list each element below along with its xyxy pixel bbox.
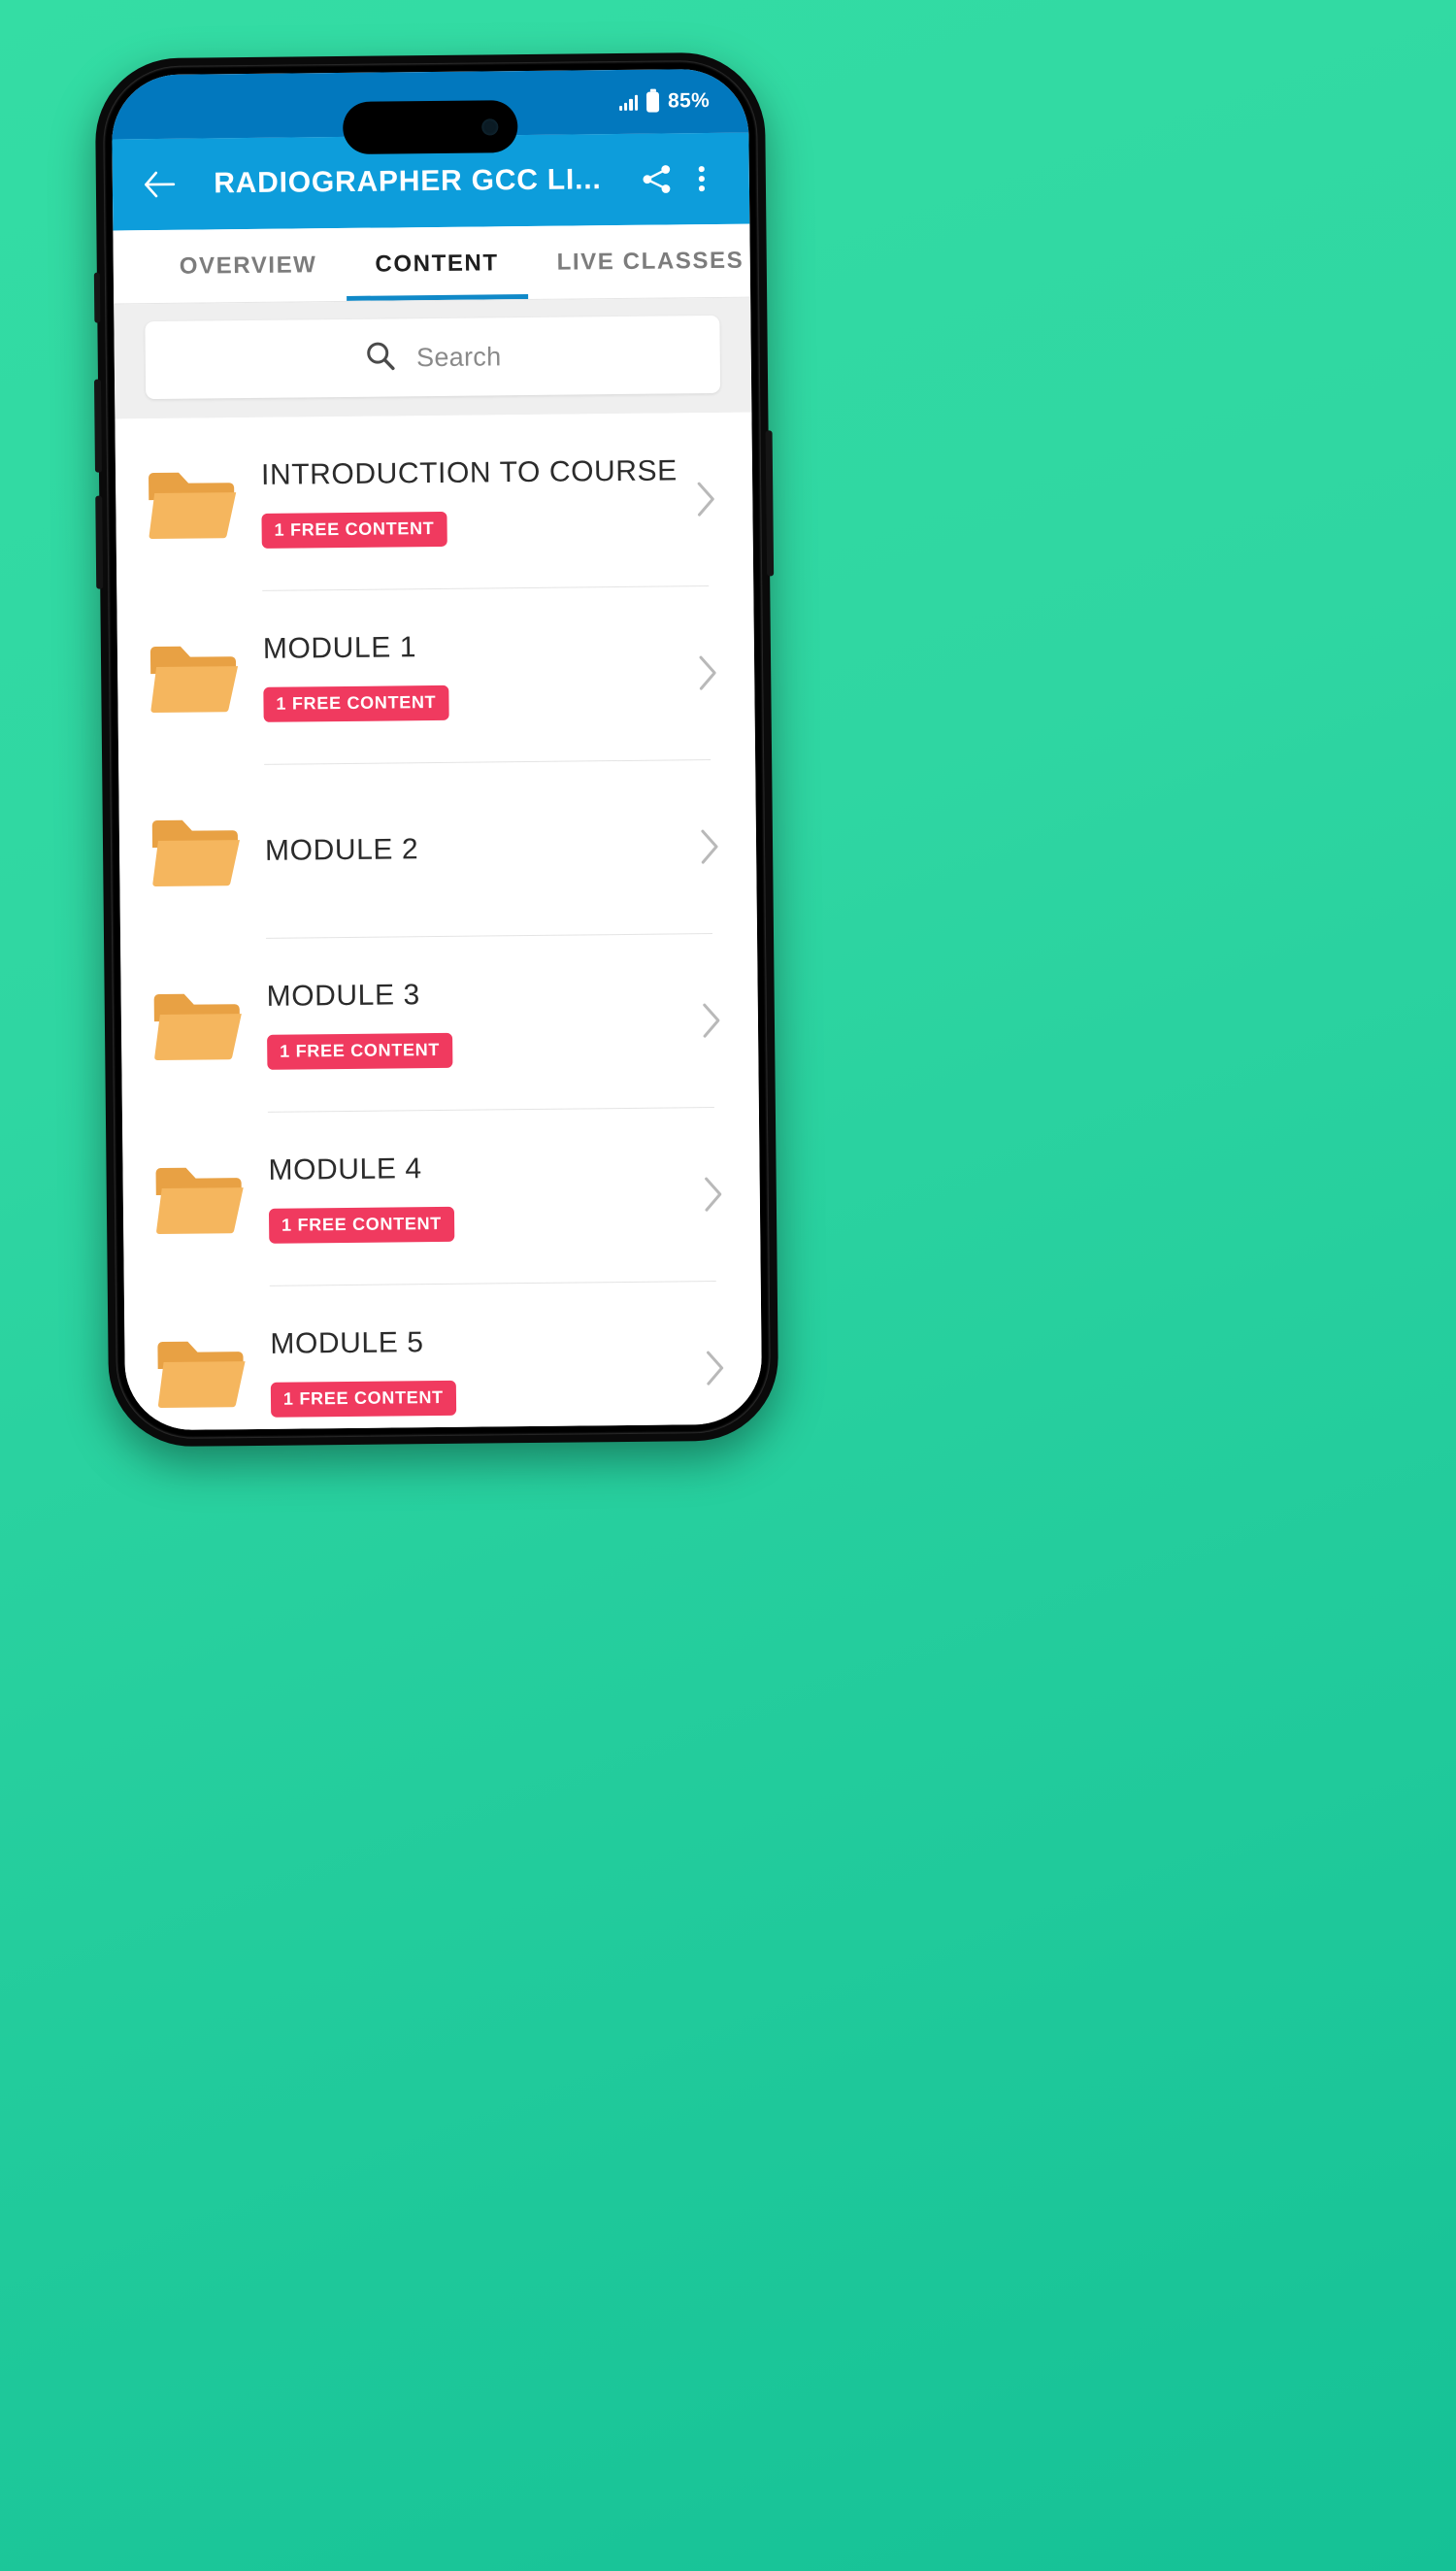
power-button[interactable] bbox=[765, 430, 775, 577]
chevron-right-icon[interactable] bbox=[692, 1175, 735, 1214]
signal-bars-icon bbox=[618, 93, 639, 111]
front-camera-icon bbox=[481, 117, 499, 135]
list-item[interactable]: MODULE 5 1 FREE CONTENT bbox=[124, 1282, 763, 1431]
overflow-menu-icon[interactable] bbox=[679, 156, 724, 201]
tab-label: CONTENT bbox=[375, 249, 499, 278]
silent-switch-button[interactable] bbox=[93, 272, 101, 323]
chevron-right-icon[interactable] bbox=[688, 827, 731, 866]
battery-icon bbox=[645, 91, 660, 113]
tab-bar: OVERVIEW CONTENT LIVE CLASSES S bbox=[113, 223, 751, 305]
status-badge: 1 FREE CONTENT bbox=[270, 1381, 457, 1419]
volume-up-button[interactable] bbox=[93, 379, 102, 473]
share-icon[interactable] bbox=[635, 156, 679, 201]
module-list: INTRODUCTION TO COURSE 1 FREE CONTENT MO… bbox=[115, 412, 763, 1431]
status-bar-indicators: 85% bbox=[618, 89, 710, 114]
tab-overview[interactable]: OVERVIEW bbox=[149, 228, 346, 303]
back-arrow-icon[interactable] bbox=[138, 163, 181, 206]
list-item[interactable]: INTRODUCTION TO COURSE 1 FREE CONTENT bbox=[115, 413, 753, 592]
list-item-body: MODULE 4 1 FREE CONTENT bbox=[258, 1150, 692, 1245]
list-item[interactable]: MODULE 3 1 FREE CONTENT bbox=[120, 934, 759, 1114]
module-title: MODULE 2 bbox=[264, 832, 419, 867]
chevron-right-icon[interactable] bbox=[684, 480, 727, 518]
status-badge: 1 FREE CONTENT bbox=[263, 685, 449, 723]
search-input[interactable]: Search bbox=[145, 315, 721, 400]
volume-down-button[interactable] bbox=[95, 495, 104, 589]
folder-icon bbox=[139, 813, 256, 891]
list-item-body: MODULE 3 1 FREE CONTENT bbox=[256, 976, 690, 1071]
battery-percentage-label: 85% bbox=[667, 89, 711, 113]
list-item-body: MODULE 5 1 FREE CONTENT bbox=[260, 1323, 694, 1419]
list-item-body: MODULE 1 1 FREE CONTENT bbox=[253, 628, 687, 723]
list-item[interactable]: MODULE 2 bbox=[118, 760, 757, 940]
module-title: MODULE 4 bbox=[268, 1152, 422, 1186]
chevron-right-icon[interactable] bbox=[693, 1349, 736, 1387]
chevron-right-icon[interactable] bbox=[690, 1001, 733, 1040]
folder-icon bbox=[141, 986, 258, 1065]
dynamic-island bbox=[343, 100, 518, 154]
chevron-right-icon[interactable] bbox=[686, 653, 729, 692]
status-badge: 1 FREE CONTENT bbox=[267, 1033, 453, 1071]
list-item[interactable]: MODULE 4 1 FREE CONTENT bbox=[122, 1108, 761, 1287]
folder-icon bbox=[142, 1160, 259, 1239]
phone-frame: 85% RADIOGRAPHER GCC LI... OVERVIEW CONT… bbox=[93, 51, 779, 1448]
phone-screen: 85% RADIOGRAPHER GCC LI... OVERVIEW CONT… bbox=[111, 68, 763, 1431]
tab-content[interactable]: CONTENT bbox=[346, 226, 528, 301]
module-title: MODULE 1 bbox=[262, 630, 417, 665]
folder-icon bbox=[137, 639, 254, 718]
module-title: MODULE 5 bbox=[270, 1325, 424, 1360]
folder-icon bbox=[135, 465, 252, 544]
search-placeholder-label: Search bbox=[415, 341, 502, 372]
status-badge: 1 FREE CONTENT bbox=[268, 1207, 455, 1245]
tab-live-classes[interactable]: LIVE CLASSES bbox=[527, 224, 750, 299]
module-title: INTRODUCTION TO COURSE bbox=[260, 454, 678, 491]
status-bar: 85% bbox=[111, 68, 749, 154]
folder-icon bbox=[144, 1334, 261, 1413]
search-icon bbox=[364, 339, 397, 377]
tab-label: OVERVIEW bbox=[179, 250, 317, 280]
tab-label: LIVE CLASSES bbox=[556, 247, 745, 276]
page-title: RADIOGRAPHER GCC LI... bbox=[214, 163, 602, 200]
list-item-body: MODULE 2 bbox=[255, 830, 688, 868]
status-badge: 1 FREE CONTENT bbox=[261, 512, 447, 550]
module-title: MODULE 3 bbox=[266, 978, 420, 1013]
list-item-body: INTRODUCTION TO COURSE 1 FREE CONTENT bbox=[251, 454, 685, 550]
search-section: Search bbox=[114, 297, 752, 419]
list-item[interactable]: MODULE 1 1 FREE CONTENT bbox=[116, 586, 755, 766]
